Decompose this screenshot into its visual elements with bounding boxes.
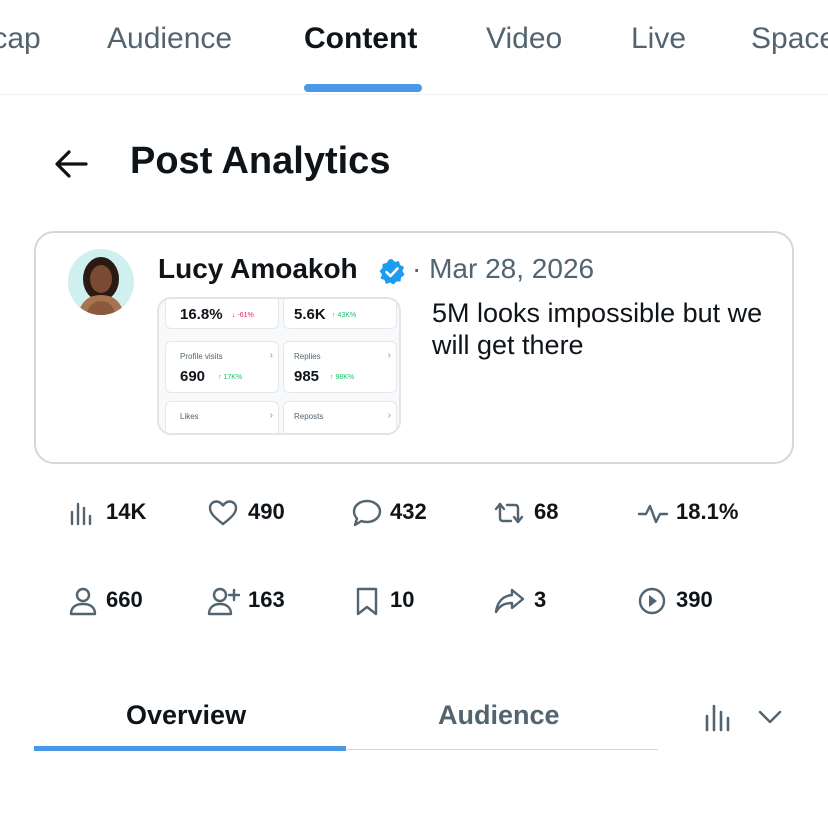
stat-value: 490 [248,499,285,524]
avatar[interactable] [68,249,134,315]
play-circle-icon [638,587,666,615]
stat-value: 390 [676,587,713,612]
image-stat-cell: Replies › 985 ↑ 98K% [283,341,397,393]
tab-spaces[interactable]: Spaces [751,22,828,56]
stat-value: 660 [106,587,143,612]
image-stat-cell: Reposts › [283,401,397,433]
image-stat-delta: ↑ 17K% [218,374,243,381]
stat-value: 18.1% [676,499,739,524]
tab-content[interactable]: Content [304,22,417,56]
image-stat-cell: Likes › [165,401,279,433]
image-stat-delta: ↓ -61% [232,312,254,319]
stat-value: 10 [390,587,415,612]
bookmark-icon [356,587,378,616]
active-tab-indicator [304,84,422,92]
stat-bookmarks[interactable]: 10 [350,584,470,618]
image-stat-cell: Profile visits › 690 ↑ 17K% [165,341,279,393]
stat-replies[interactable]: 432 [350,496,470,530]
image-stat-cell: 5.6K ↑ 43K% [283,299,397,329]
back-button[interactable] [52,146,92,182]
heart-icon [208,500,238,526]
image-stat-label: Replies [294,352,321,361]
bar-chart-icon [70,502,92,526]
post-image[interactable]: 16.8% ↓ -61% 5.6K ↑ 43K% Profile visits … [157,297,401,435]
image-stat-label: Profile visits [180,352,223,361]
stat-video-views[interactable]: 390 [636,584,756,618]
avatar-image [68,249,134,315]
image-stat-label: Likes [180,412,199,421]
active-subtab-indicator [34,746,346,751]
stat-value: 3 [534,587,547,612]
image-stat-value: 985 [294,368,320,385]
chevron-down-icon [758,710,782,724]
top-tab-bar: Recap Audience Content Video Live Spaces [0,0,828,95]
share-icon [494,588,525,614]
tab-video[interactable]: Video [486,22,562,56]
chevron-right-icon: › [387,350,391,361]
tab-overview[interactable]: Overview [126,700,246,731]
chevron-right-icon: › [269,350,273,361]
page-title: Post Analytics [130,140,391,182]
bar-chart-icon [705,704,730,732]
stat-engagement-rate[interactable]: 18.1% [636,496,776,530]
expand-dropdown-button[interactable] [756,705,784,729]
stat-value: 14K [106,499,147,524]
author-name[interactable]: Lucy Amoakoh [158,253,358,285]
image-stat-value: 16.8% [180,306,223,323]
person-icon [69,587,97,616]
person-add-icon [207,587,240,616]
stat-new-followers[interactable]: 163 [206,584,326,618]
stat-impressions[interactable]: 14K [66,496,186,530]
tab-recap[interactable]: Recap [0,22,41,56]
stat-value: 163 [248,587,285,612]
chevron-right-icon: › [387,410,391,421]
stat-profile-visits[interactable]: 660 [66,584,186,618]
tab-live[interactable]: Live [631,22,686,56]
image-stat-value: 690 [180,368,206,385]
stat-reposts[interactable]: 68 [492,496,612,530]
image-stat-delta: ↑ 98K% [330,374,355,381]
post-text: 5M looks impossible but we will get ther… [432,298,763,360]
chart-view-button[interactable] [702,700,736,734]
verified-badge-icon [377,257,407,287]
stat-value: 68 [534,499,559,524]
stat-likes[interactable]: 490 [206,496,326,530]
image-stat-delta: ↑ 43K% [332,312,357,319]
chevron-right-icon: › [269,410,273,421]
pulse-icon [637,504,669,524]
tab-audience[interactable]: Audience [107,22,232,56]
repost-icon [494,502,524,524]
reply-bubble-icon [352,499,382,527]
arrow-left-icon [55,150,88,178]
stat-shares[interactable]: 3 [492,584,612,618]
image-stat-value: 5.6K [294,306,326,323]
post-card[interactable]: Lucy Amoakoh · Mar 28, 2026 16.8% ↓ -61%… [34,231,794,464]
post-date[interactable]: · Mar 28, 2026 [412,253,594,285]
stat-value: 432 [390,499,427,524]
tab-audience-breakdown[interactable]: Audience [438,700,560,731]
image-stat-cell: 16.8% ↓ -61% [165,299,279,329]
image-stat-label: Reposts [294,412,324,421]
